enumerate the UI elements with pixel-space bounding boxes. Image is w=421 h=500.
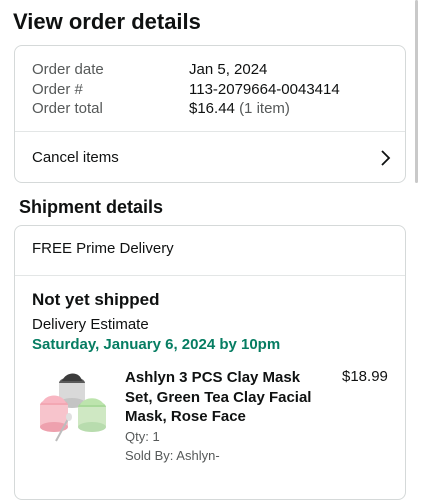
- order-summary-card: Order date Jan 5, 2024 Order # 113-20796…: [14, 45, 406, 183]
- shipment-card: FREE Prime Delivery Not yet shipped Deli…: [14, 225, 406, 500]
- order-number-label: Order #: [32, 80, 83, 98]
- cancel-items-label: Cancel items: [32, 149, 119, 166]
- delivery-estimate-date: Saturday, January 6, 2024 by 10pm: [32, 336, 281, 353]
- scrollbar[interactable]: [415, 0, 418, 183]
- order-date-label: Order date: [32, 61, 104, 78]
- page-title: View order details: [13, 9, 201, 34]
- order-date-value: Jan 5, 2024: [189, 61, 268, 78]
- clay-mask-jars-image[interactable]: [32, 369, 112, 444]
- order-number-value: 113-2079664-0043414: [189, 80, 340, 98]
- order-summary-grid: Order date Jan 5, 2024 Order # 113-20796…: [32, 60, 340, 119]
- product-seller: Sold By: Ashlyn-: [125, 448, 220, 463]
- product-quantity: Qty: 1: [125, 429, 160, 444]
- shipping-method: FREE Prime Delivery: [32, 240, 174, 257]
- shipment-details-heading: Shipment details: [19, 197, 164, 217]
- order-total-value: $16.44: [189, 100, 235, 117]
- order-total: $16.44 (1 item): [189, 99, 340, 119]
- order-total-label: Order total: [32, 100, 103, 117]
- item-count: (1 item): [239, 100, 290, 117]
- chevron-right-icon: [381, 150, 391, 166]
- shipment-status: Not yet shipped: [32, 290, 160, 309]
- product-price: $18.99: [342, 368, 388, 385]
- delivery-estimate-label: Delivery Estimate: [32, 316, 149, 333]
- product-title-link[interactable]: Ashlyn 3 PCS Clay Mask Set, Green Tea Cl…: [125, 368, 325, 427]
- cancel-items-button[interactable]: Cancel items: [15, 132, 405, 183]
- divider: [15, 275, 405, 276]
